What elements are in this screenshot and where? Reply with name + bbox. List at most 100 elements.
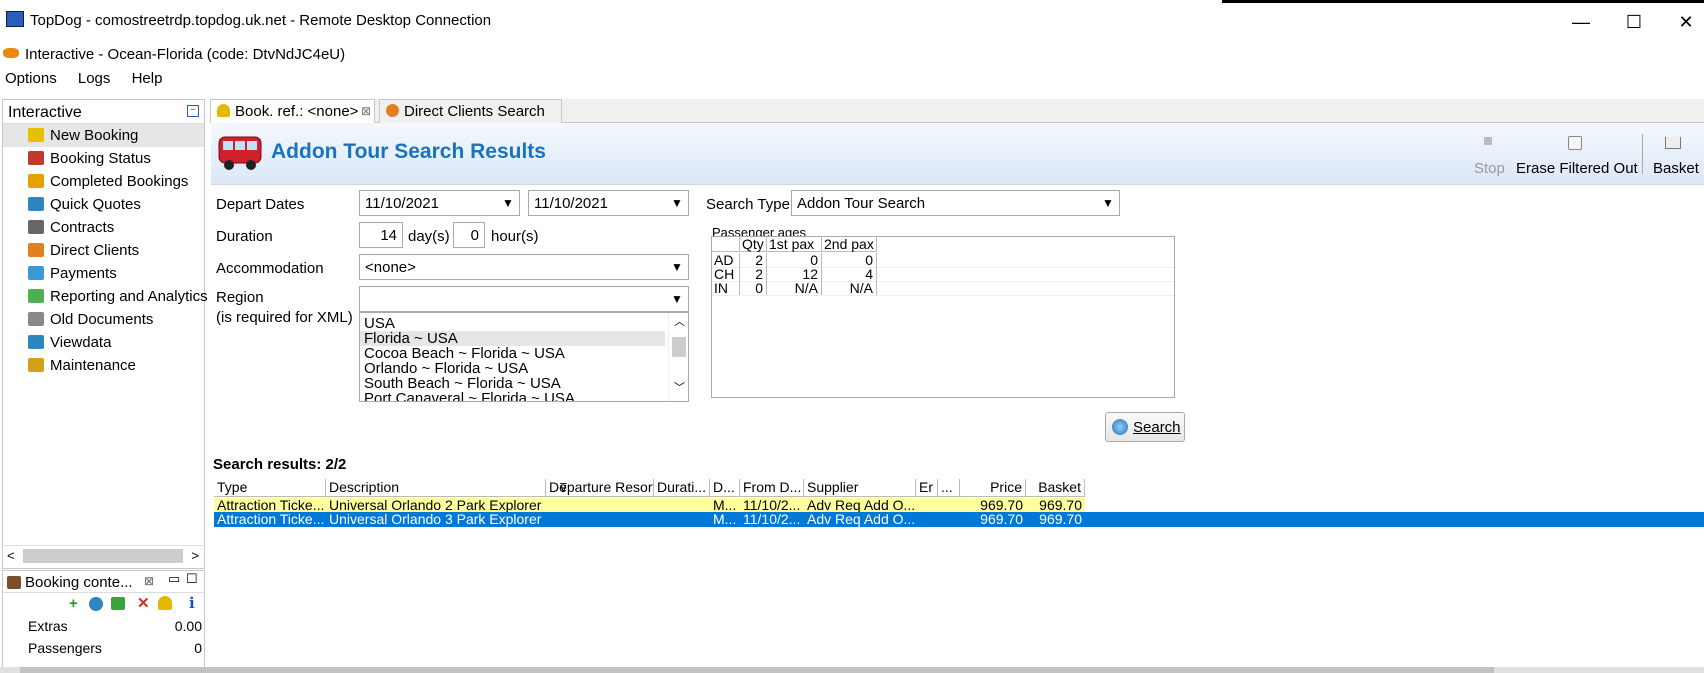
region-list-scrollbar[interactable]: ︿ ﹀ [668,313,688,401]
transfer-icon[interactable] [111,597,125,610]
pax-value-cell: 0 [740,281,767,296]
table-cell-x [938,512,960,527]
sidebar-item-direct-clients[interactable]: Direct Clients [3,239,204,262]
stop-button[interactable]: Stop [1474,160,1505,177]
region-list[interactable]: USA Florida ~ USA Cocoa Beach ~ Florida ~ … [359,312,689,402]
sidebar-item-label: Reporting and Analytics [50,288,208,305]
table-cell-price: 969.70 [980,512,1023,527]
tab-booking-ref[interactable]: Book. ref.: <none> ⊠ [210,99,375,123]
sidebar-nav: New Booking Booking Status Completed Booki… [3,124,208,377]
table-cell-resort [546,512,654,527]
table-cell-from: 11/10/2... [743,512,801,527]
delete-icon[interactable]: ✕ [137,594,150,612]
column-header[interactable]: Supplier [804,479,916,497]
erase-filtered-out-button[interactable]: Erase Filtered Out [1516,160,1638,177]
scroll-thumb[interactable] [23,549,183,563]
basket-button[interactable]: Basket [1653,160,1699,177]
sidebar-item-label: Direct Clients [50,242,140,259]
chevron-down-icon[interactable]: ▼ [1099,194,1117,212]
sidebar-item-quick-quotes[interactable]: Quick Quotes [3,193,204,216]
scroll-left-icon[interactable]: < [7,548,15,563]
rdp-icon [6,11,24,27]
collapse-icon[interactable]: − [187,105,199,117]
region-list-item[interactable]: Port Canaveral ~ Florida ~ USA [360,391,665,401]
close-tab-icon[interactable]: ⊠ [144,574,154,588]
scroll-right-icon[interactable]: > [191,548,199,563]
sidebar-item-new-booking[interactable]: New Booking [3,124,204,147]
region-list-item[interactable]: South Beach ~ Florida ~ USA [360,376,665,391]
sidebar-item-viewdata[interactable]: Viewdata [3,331,204,354]
chevron-down-icon[interactable]: ▼ [499,194,517,212]
column-header[interactable]: Basket [1026,479,1085,497]
basket-icon [1665,137,1681,149]
booking-context-title[interactable]: Booking conte... [25,574,133,591]
search-button[interactable]: Search [1105,412,1185,442]
region-list-item[interactable]: Cocoa Beach ~ Florida ~ USA [360,346,665,361]
add-icon[interactable]: + [69,595,78,612]
region-list-item[interactable]: USA [360,316,665,331]
sidebar-item-booking-status[interactable]: Booking Status [3,147,204,170]
maximize-button[interactable]: ☐ [1619,9,1649,35]
search-type-select[interactable]: Addon Tour Search ▼ [791,190,1120,216]
region-list-item[interactable]: Orlando ~ Florida ~ USA [360,361,665,376]
minimize-panel-icon[interactable]: ▭ [168,571,180,587]
column-header[interactable]: Description [326,479,546,497]
sidebar-item-completed-bookings[interactable]: Completed Bookings [3,170,204,193]
chevron-down-icon[interactable]: ▼ [668,258,686,276]
sidebar-item-maintenance[interactable]: Maintenance [3,354,204,377]
column-header[interactable]: Price [960,479,1026,497]
scroll-up-icon[interactable]: ︿ [674,315,685,330]
column-header[interactable]: From D... [740,479,804,497]
palm-icon[interactable] [158,596,172,610]
sidebar-item-payments[interactable]: Payments [3,262,204,285]
scroll-thumb[interactable] [20,667,1494,673]
stop-icon [1484,137,1492,145]
accommodation-label: Accommodation [216,260,324,277]
menu-logs[interactable]: Logs [78,70,111,87]
quote-icon[interactable] [89,597,103,611]
menu-options[interactable]: Options [5,70,57,87]
scroll-down-icon[interactable]: ﹀ [674,381,685,396]
column-header[interactable]: ... [938,479,960,497]
column-header[interactable]: D... [710,479,740,497]
sidebar-item-contracts[interactable]: Contracts [3,216,204,239]
sidebar-item-old-documents[interactable]: Old Documents [3,308,204,331]
region-label: Region [216,289,264,306]
table-row[interactable]: Attraction Ticke... Universal Orlando 2 P… [214,498,1085,513]
sidebar-item-label: Completed Bookings [50,173,189,190]
menu-help[interactable]: Help [132,70,163,87]
passenger-ages-grid[interactable]: Qty 1st pax 2nd pax AD 2 0 0 CH 2 12 4 IN 0 N/A N/A [711,236,1175,398]
maximize-panel-icon[interactable]: ☐ [186,571,198,587]
region-select[interactable]: ▼ [359,286,689,312]
depart-from-field[interactable]: 11/10/2021 ▼ [359,190,520,216]
sidebar-scrollbar[interactable]: < > [3,545,203,566]
sidebar-item-reporting-and-analytics[interactable]: Reporting and Analytics [3,285,208,308]
chevron-down-icon[interactable]: ▼ [668,290,686,308]
accommodation-select[interactable]: <none> ▼ [359,254,689,280]
menu-bar: Options Logs Help [0,70,1704,94]
sidebar-item-label: Payments [50,265,117,282]
close-button[interactable]: ✕ [1671,9,1701,35]
sidebar-item-label: Maintenance [50,357,136,374]
tab-direct-clients-search[interactable]: Direct Clients Search [379,99,562,123]
column-header[interactable]: Durati... [654,479,710,497]
chevron-down-icon[interactable]: ▼ [668,194,686,212]
scroll-thumb[interactable] [672,337,686,357]
sidebar-item-icon [28,289,44,303]
hours-field[interactable]: 0 [453,222,485,248]
minimize-button[interactable]: — [1566,9,1596,35]
region-list-item[interactable]: Florida ~ USA [360,331,665,346]
depart-to-field[interactable]: 11/10/2021 ▼ [528,190,689,216]
table-cell-type: Attraction Ticke... [217,512,325,527]
search-type-value: Addon Tour Search [797,195,926,212]
table-cell-dur [654,498,710,513]
main-scrollbar[interactable] [0,667,1704,673]
days-field[interactable]: 14 [359,222,403,248]
close-tab-icon[interactable]: ⊠ [361,104,371,118]
info-icon[interactable]: i [189,594,195,612]
table-row[interactable]: Attraction Ticke... Universal Orlando 3 P… [214,512,1704,527]
column-header[interactable]: Er [916,479,938,497]
filter-icon[interactable]: ⊽ [559,481,568,495]
accommodation-value: <none> [365,259,416,276]
column-header[interactable]: Type [214,479,326,497]
